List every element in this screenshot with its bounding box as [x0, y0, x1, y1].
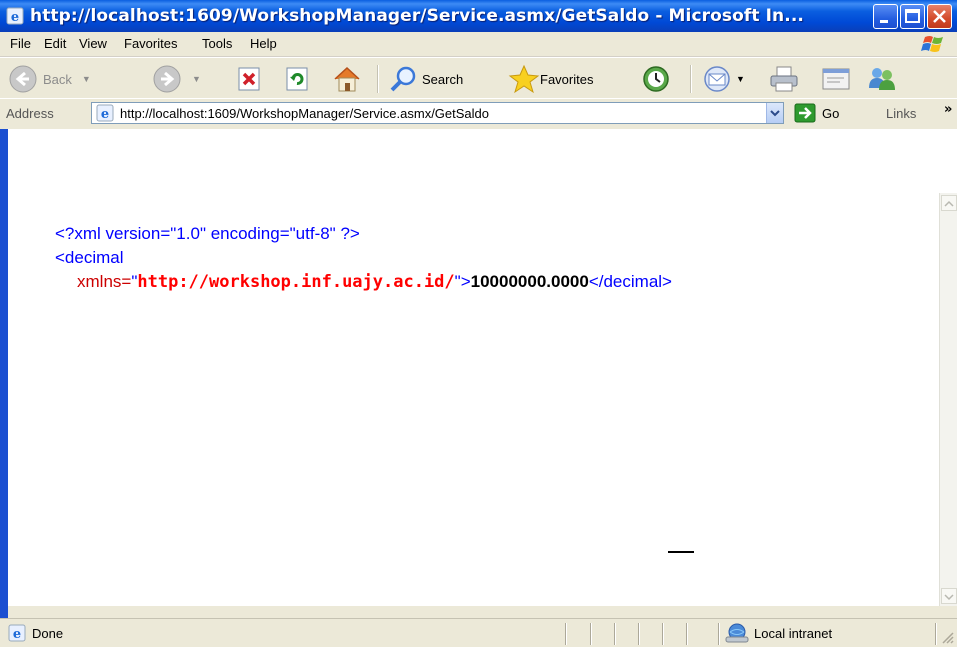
status-bar: e Done Local intranet: [0, 618, 957, 647]
mail-dropdown-icon[interactable]: ▼: [736, 74, 745, 84]
links-label[interactable]: Links: [886, 106, 916, 121]
edit-button[interactable]: [820, 64, 852, 94]
toolbar-separator: [377, 65, 379, 93]
xml-tag-close: >: [460, 272, 471, 291]
xml-value: 10000000.0000: [470, 272, 589, 291]
menu-edit[interactable]: Edit: [44, 36, 66, 51]
favorites-button[interactable]: Favorites: [508, 64, 593, 94]
xml-declaration: <?xml version="1.0" encoding="utf-8" ?>: [55, 224, 360, 243]
links-more-chevron-icon[interactable]: »: [944, 102, 952, 117]
status-divider: [614, 623, 616, 645]
print-icon: [770, 66, 798, 92]
favorites-star-icon: [508, 64, 540, 94]
address-url: http://localhost:1609/WorkshopManager/Se…: [120, 106, 490, 121]
window-title: http://localhost:1609/WorkshopManager/Se…: [30, 6, 804, 26]
close-icon: [933, 10, 946, 23]
maximize-button[interactable]: [900, 4, 925, 29]
xml-attr-name: xmlns=: [77, 272, 132, 291]
xml-open-tag: <decimal: [55, 248, 124, 267]
windows-flag-icon: [921, 36, 943, 52]
address-dropdown-button[interactable]: [766, 103, 783, 123]
edit-page-icon: [822, 68, 850, 90]
menu-favorites[interactable]: Favorites: [124, 36, 177, 51]
menu-tools[interactable]: Tools: [202, 36, 232, 51]
print-button[interactable]: [768, 64, 800, 94]
back-label: Back: [43, 71, 72, 87]
svg-text:e: e: [11, 10, 19, 25]
status-page-icon: e: [8, 624, 26, 642]
ie-window: e http://localhost:1609/WorkshopManager/…: [0, 0, 957, 647]
ie-page-icon: e: [6, 7, 24, 25]
search-label: Search: [422, 71, 464, 87]
xml-close-tag: </decimal>: [588, 272, 672, 291]
history-icon: [643, 66, 669, 92]
messenger-icon: [869, 68, 895, 90]
minimize-button[interactable]: [873, 4, 898, 29]
status-divider: [590, 623, 592, 645]
status-text: Done: [32, 626, 64, 641]
toolbar-separator: [690, 65, 692, 93]
vertical-scrollbar[interactable]: [939, 193, 957, 606]
status-divider: [718, 623, 720, 645]
back-arrow-icon: [9, 65, 37, 93]
forward-button[interactable]: ▼: [152, 64, 201, 94]
xml-document: <?xml version="1.0" encoding="utf-8" ?> …: [55, 222, 672, 294]
scroll-up-button[interactable]: [941, 195, 957, 211]
search-icon: [390, 66, 416, 92]
stop-icon: [238, 67, 260, 91]
window-frame-left: [0, 129, 8, 619]
resize-grip-icon[interactable]: [941, 631, 955, 645]
title-bar[interactable]: e http://localhost:1609/WorkshopManager/…: [0, 0, 957, 32]
scroll-down-arrow-icon: [944, 594, 954, 601]
xml-attribute-line: xmlns="http://workshop.inf.uajy.ac.id/">…: [55, 270, 672, 294]
scroll-down-button[interactable]: [941, 588, 957, 604]
xml-attr-value: http://workshop.inf.uajy.ac.id/: [137, 272, 455, 292]
svg-text:e: e: [13, 627, 21, 642]
refresh-icon: [286, 67, 308, 91]
back-button[interactable]: Back ▼: [8, 64, 91, 94]
search-button[interactable]: Search: [388, 64, 463, 94]
favorites-label: Favorites: [540, 71, 594, 87]
menu-view[interactable]: View: [79, 36, 107, 51]
menu-bar: File Edit View Favorites Tools Help: [0, 32, 957, 57]
address-bar: Address e http://localhost:1609/Workshop…: [0, 98, 957, 130]
svg-text:e: e: [101, 107, 109, 122]
mail-icon: [704, 66, 730, 92]
go-button[interactable]: Go: [794, 103, 839, 123]
scroll-up-arrow-icon: [944, 200, 954, 207]
local-intranet-icon: [725, 623, 749, 643]
maximize-icon: [905, 9, 920, 23]
security-zone-label: Local intranet: [754, 626, 833, 641]
text-cursor: [668, 551, 694, 553]
content-area-top: [8, 129, 957, 193]
home-icon: [334, 66, 360, 92]
mail-button[interactable]: ▼: [703, 64, 745, 94]
status-divider: [662, 623, 664, 645]
forward-arrow-icon: [153, 65, 181, 93]
back-dropdown-icon[interactable]: ▼: [82, 74, 91, 84]
chevron-down-icon: [770, 110, 780, 117]
history-button[interactable]: [641, 64, 671, 94]
address-label: Address: [6, 106, 54, 121]
messenger-button[interactable]: [866, 64, 898, 94]
go-label: Go: [822, 105, 840, 121]
status-divider: [638, 623, 640, 645]
standard-toolbar: Back ▼ ▼ Search Favorites ▼: [0, 57, 957, 99]
go-arrow-icon: [794, 103, 816, 123]
refresh-button[interactable]: [284, 64, 310, 94]
page-favicon-icon: e: [96, 104, 114, 122]
stop-button[interactable]: [236, 64, 262, 94]
minimize-icon: [880, 20, 888, 23]
status-divider: [565, 623, 567, 645]
menu-file[interactable]: File: [10, 36, 31, 51]
status-divider: [935, 623, 937, 645]
forward-dropdown-icon[interactable]: ▼: [192, 74, 201, 84]
home-button[interactable]: [331, 64, 363, 94]
status-divider: [686, 623, 688, 645]
menu-help[interactable]: Help: [250, 36, 277, 51]
close-button[interactable]: [927, 4, 952, 29]
address-input[interactable]: e http://localhost:1609/WorkshopManager/…: [91, 102, 784, 124]
